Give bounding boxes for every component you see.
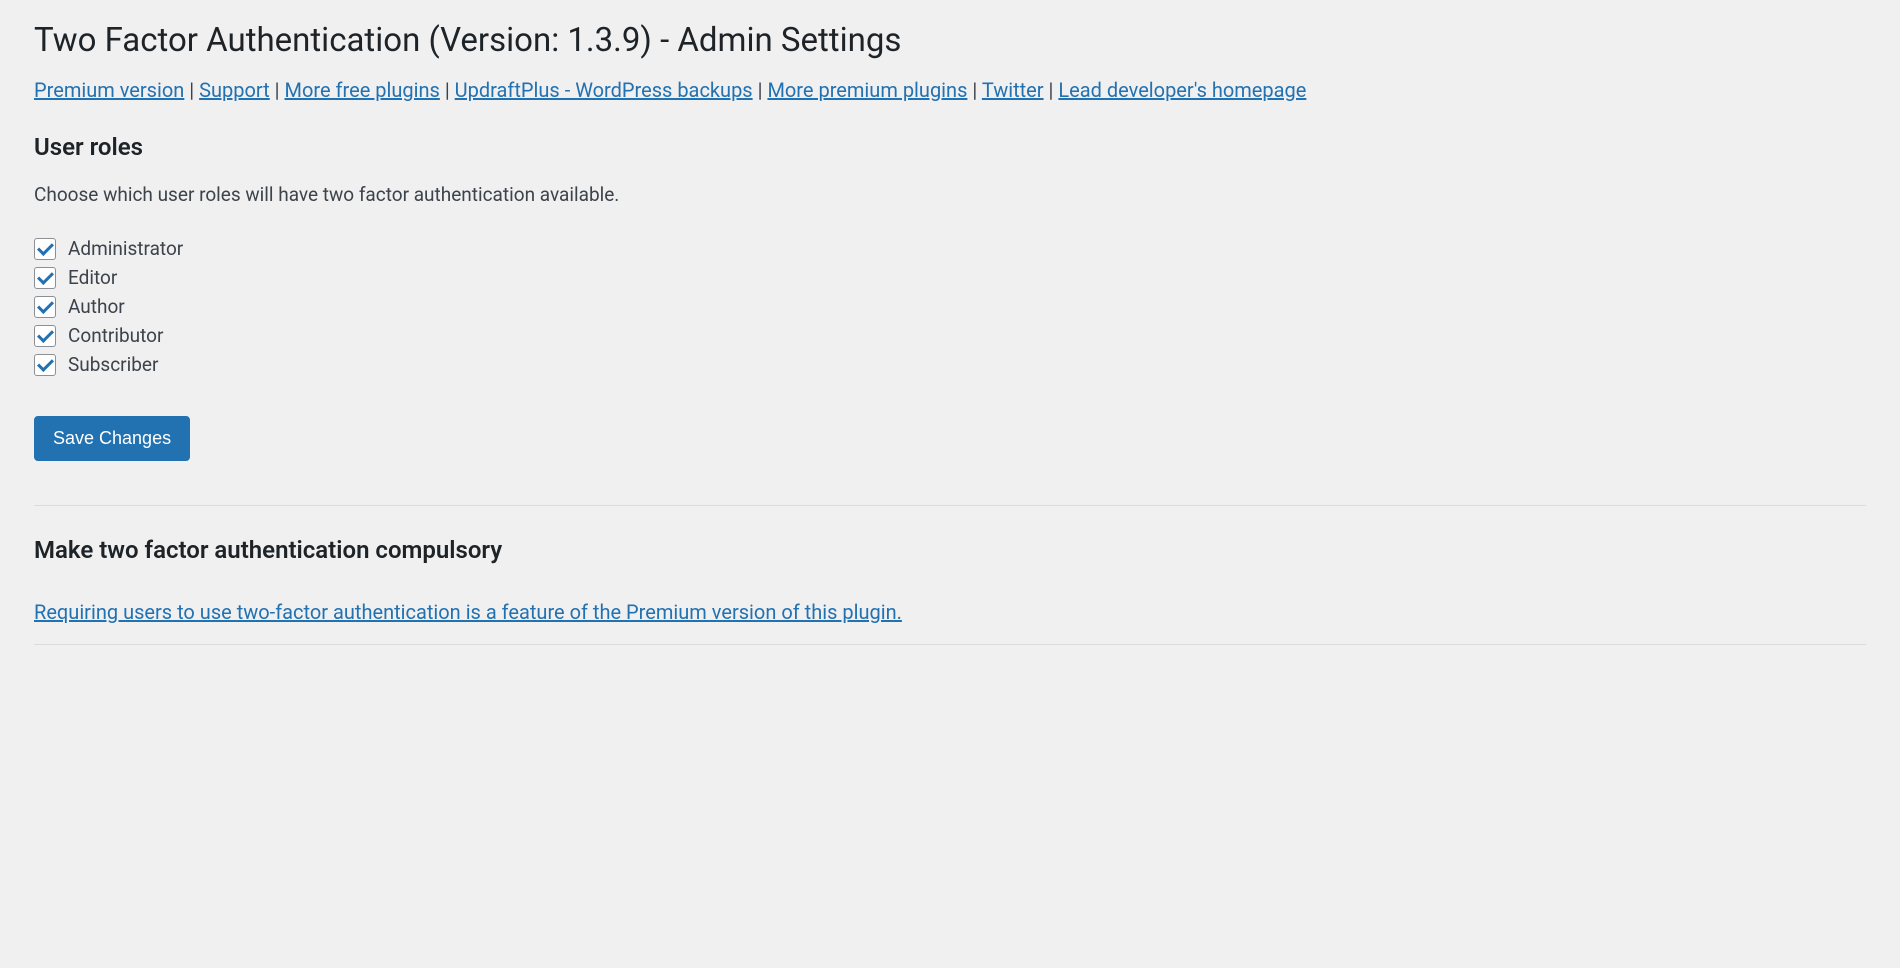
role-contributor-label[interactable]: Contributor bbox=[68, 324, 163, 347]
page-title: Two Factor Authentication (Version: 1.3.… bbox=[34, 20, 1866, 63]
save-changes-button[interactable]: Save Changes bbox=[34, 416, 190, 461]
separator: | bbox=[440, 78, 455, 102]
link-premium-version[interactable]: Premium version bbox=[34, 78, 184, 102]
role-subscriber-row: Subscriber bbox=[34, 353, 1866, 376]
section-divider bbox=[34, 505, 1866, 506]
link-twitter[interactable]: Twitter bbox=[982, 78, 1044, 102]
role-editor-checkbox[interactable] bbox=[34, 267, 56, 289]
role-administrator-row: Administrator bbox=[34, 237, 1866, 260]
separator: | bbox=[967, 78, 981, 102]
separator: | bbox=[184, 78, 199, 102]
role-contributor-row: Contributor bbox=[34, 324, 1866, 347]
role-administrator-label[interactable]: Administrator bbox=[68, 237, 183, 260]
link-more-free-plugins[interactable]: More free plugins bbox=[285, 78, 440, 102]
user-roles-heading: User roles bbox=[34, 133, 1866, 161]
user-roles-description: Choose which user roles will have two fa… bbox=[34, 181, 1866, 210]
role-editor-row: Editor bbox=[34, 266, 1866, 289]
role-author-label[interactable]: Author bbox=[68, 295, 125, 318]
role-subscriber-checkbox[interactable] bbox=[34, 354, 56, 376]
compulsory-heading: Make two factor authentication compulsor… bbox=[34, 536, 1866, 564]
role-author-row: Author bbox=[34, 295, 1866, 318]
link-lead-developer[interactable]: Lead developer's homepage bbox=[1058, 78, 1306, 102]
role-subscriber-label[interactable]: Subscriber bbox=[68, 353, 158, 376]
separator: | bbox=[1044, 78, 1059, 102]
link-support[interactable]: Support bbox=[199, 78, 270, 102]
header-links: Premium version | Support | More free pl… bbox=[34, 75, 1866, 105]
role-author-checkbox[interactable] bbox=[34, 296, 56, 318]
separator: | bbox=[270, 78, 285, 102]
role-contributor-checkbox[interactable] bbox=[34, 325, 56, 347]
separator: | bbox=[753, 78, 768, 102]
compulsory-section: Make two factor authentication compulsor… bbox=[34, 536, 1866, 645]
role-administrator-checkbox[interactable] bbox=[34, 238, 56, 260]
compulsory-premium-link[interactable]: Requiring users to use two-factor authen… bbox=[34, 600, 902, 624]
link-updraftplus[interactable]: UpdraftPlus - WordPress backups bbox=[455, 78, 753, 102]
link-more-premium-plugins[interactable]: More premium plugins bbox=[767, 78, 967, 102]
user-roles-list: Administrator Editor Author Contributor … bbox=[34, 237, 1866, 376]
role-editor-label[interactable]: Editor bbox=[68, 266, 117, 289]
